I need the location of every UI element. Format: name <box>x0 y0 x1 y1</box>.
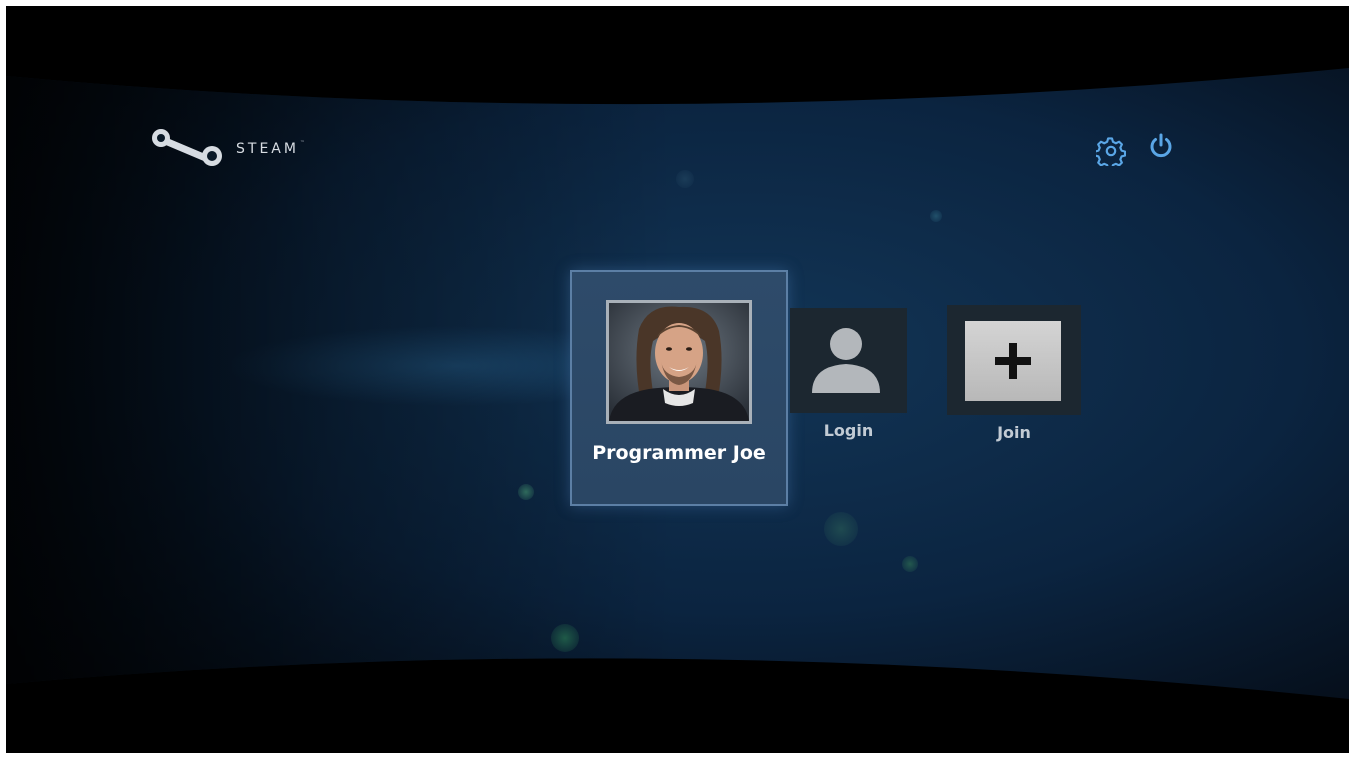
join-icon-box <box>965 321 1061 401</box>
account-card-selected[interactable]: Programmer Joe <box>570 270 788 506</box>
bokeh-particle <box>930 210 942 222</box>
avatar <box>606 300 752 424</box>
bokeh-particle <box>824 512 858 546</box>
join-button[interactable] <box>947 305 1081 415</box>
gear-icon <box>1093 137 1127 170</box>
window-frame: STEAM ™ Programmer Joe Login Join <box>6 6 1349 753</box>
trademark-symbol: ™ <box>299 140 305 146</box>
steam-logo: STEAM ™ <box>148 126 305 170</box>
user-silhouette-icon <box>812 328 880 393</box>
user-photo <box>609 303 749 421</box>
brand-name: STEAM <box>236 141 299 157</box>
bokeh-particle <box>676 170 694 188</box>
power-icon <box>1150 133 1172 158</box>
account-name: Programmer Joe <box>592 442 766 464</box>
power-button[interactable] <box>1146 131 1176 161</box>
login-button[interactable] <box>790 308 907 413</box>
plus-icon <box>995 343 1031 379</box>
login-label: Login <box>823 421 874 440</box>
steam-logo-icon <box>152 129 222 166</box>
join-label: Join <box>997 423 1031 442</box>
settings-button[interactable] <box>1093 136 1127 170</box>
bokeh-particle <box>902 556 918 572</box>
bokeh-particle <box>551 624 579 652</box>
bokeh-particle <box>518 484 534 500</box>
